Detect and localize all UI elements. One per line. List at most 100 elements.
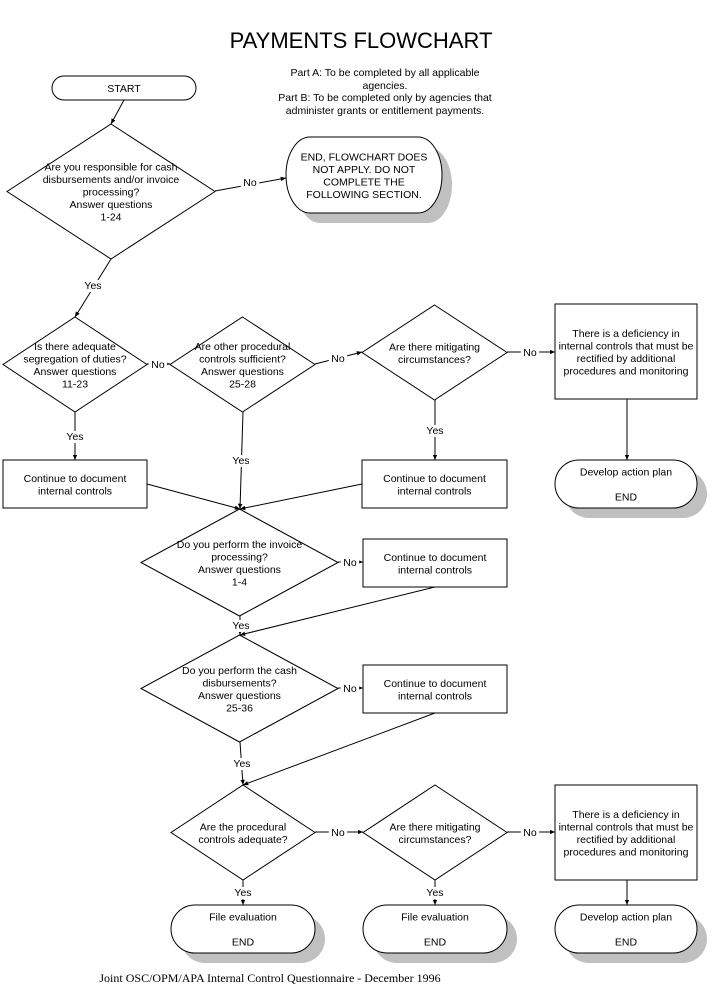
node-q-other-controls: Are other proceduralcontrols sufficient?… <box>169 316 316 413</box>
node-text-line: START <box>107 83 141 95</box>
note-line: Part A: To be completed by all applicabl… <box>291 67 480 79</box>
node-text-line: 1-24 <box>100 212 121 224</box>
edge-label-yes: Yes <box>426 425 443 437</box>
node-text-line: 11-23 <box>62 378 88 390</box>
nodes-layer: STARTAre you responsible for cashdisburs… <box>2 75 707 963</box>
edge-label-no: No <box>343 557 357 569</box>
page-title: PAYMENTS FLOWCHART <box>230 28 493 53</box>
edge-q_segregation-to-continue_1: Yes <box>62 412 88 460</box>
node-text-line: disbursements and/or invoice <box>43 174 180 186</box>
node-text-line: Develop action plan <box>580 467 672 479</box>
node-text-line: processing? <box>83 187 140 199</box>
node-q-invoice: Do you perform the invoiceprocessing?Ans… <box>139 508 340 617</box>
node-start: START <box>51 75 197 101</box>
node-text-line: Continue to document <box>384 678 487 690</box>
node-continue-4: Continue to documentinternal controls <box>362 664 508 714</box>
node-text-line: Continue to document <box>384 552 487 564</box>
node-text-line: There is a deficiency in <box>572 809 680 821</box>
node-text-line: Are other procedural <box>195 341 291 353</box>
node-text-line: Develop action plan <box>580 912 672 924</box>
edge-continue_1-to-q_invoice <box>146 483 241 510</box>
connector-arrow <box>146 483 241 510</box>
edge-label-yes: Yes <box>232 620 249 632</box>
node-text-line: Answer questions <box>201 366 284 378</box>
node-deficiency-2: There is a deficiency ininternal control… <box>554 784 698 881</box>
node-text-line: internal controls <box>398 564 472 576</box>
edge-q_other_controls-to-q_invoice: Yes <box>228 411 254 510</box>
edge-label-no: No <box>331 353 345 365</box>
edge-label-yes: Yes <box>66 431 83 443</box>
edge-start-to-q_responsible <box>110 99 125 125</box>
node-text-line: rectified by additional <box>577 834 676 846</box>
node-continue-3: Continue to documentinternal controls <box>362 538 508 588</box>
node-end-not-apply: END, FLOWCHART DOESNOT APPLY. DO NOTCOMP… <box>285 136 452 223</box>
node-text-line: END <box>615 492 638 504</box>
note-line: Part B: To be completed only by agencies… <box>278 92 492 104</box>
node-text-line: Do you perform the invoice <box>177 539 303 551</box>
node-text-line: END, FLOWCHART DOES <box>301 151 428 163</box>
node-text-line: There is a deficiency in <box>572 328 680 340</box>
node-text-line: END <box>424 937 447 949</box>
edge-q_responsible-to-end_not_apply: No <box>214 176 287 192</box>
note-line: administer grants or entitlement payment… <box>286 105 484 117</box>
node-text-line: Are the procedural <box>200 821 286 833</box>
node-text-line: internal controls that must be <box>559 340 694 352</box>
node-text-line: NOT APPLY. DO NOT <box>313 164 416 176</box>
node-text-line: processing? <box>211 551 268 563</box>
edge-label-no: No <box>523 347 537 359</box>
node-text-line: END <box>232 937 255 949</box>
node-text-line: procedures and monitoring <box>564 846 689 858</box>
footer-text: Joint OSC/OPM/APA Internal Control Quest… <box>99 971 440 985</box>
payments-flowchart: PAYMENTS FLOWCHART Part A: To be complet… <box>2 28 707 985</box>
node-q-mitigating-1: Are there mitigatingcircumstances? <box>361 304 508 401</box>
node-file-eval-2: File evaluation END <box>362 904 517 963</box>
node-text-line: Answer questions <box>70 199 153 211</box>
connector-arrow <box>110 99 125 125</box>
node-text-line: Continue to document <box>383 473 486 485</box>
instructions-note: Part A: To be completed by all applicabl… <box>278 67 492 117</box>
edge-label-no: No <box>523 827 537 839</box>
edge-label-yes: Yes <box>84 280 101 292</box>
edge-q_mitigating_1-to-deficiency_1: No <box>507 347 555 359</box>
node-text-line: internal controls <box>397 485 471 497</box>
node-text-line: internal controls <box>38 485 112 497</box>
edge-q_procedural_adequate-to-file_eval_1: Yes <box>230 880 256 905</box>
node-q-cash: Do you perform the cashdisbursements?Ans… <box>139 634 340 743</box>
edge-q_segregation-to-q_other_controls: No <box>147 359 170 371</box>
node-text-line: FOLLOWING SECTION. <box>306 189 422 201</box>
node-text-line: END <box>615 937 638 949</box>
node-text-line: 25-36 <box>226 702 253 714</box>
edge-label-no: No <box>331 827 345 839</box>
node-q-procedural-adequate: Are the proceduralcontrols adequate? <box>170 784 316 881</box>
edge-label-yes: Yes <box>426 887 443 899</box>
node-text-line: Are there mitigating <box>389 821 480 833</box>
node-continue-2: Continue to documentinternal controls <box>361 459 508 509</box>
node-text-line: disbursements? <box>202 677 276 689</box>
node-text-line: rectified by additional <box>577 353 676 365</box>
node-text-line: internal controls <box>398 690 472 702</box>
node-text-line: COMPLETE THE <box>323 176 405 188</box>
node-text-line: Answer questions <box>198 690 281 702</box>
edge-label-no: No <box>343 683 357 695</box>
node-text-line: Answer questions <box>198 564 281 576</box>
node-action-plan-1: Develop action plan END <box>554 459 707 518</box>
edge-q_mitigating_2-to-file_eval_2: Yes <box>422 880 448 905</box>
connector-arrow <box>239 483 363 511</box>
edge-continue_2-to-q_invoice <box>239 483 363 511</box>
node-text-line: circumstances? <box>398 354 471 366</box>
node-file-eval-1: File evaluation END <box>170 904 325 963</box>
node-text-line: circumstances? <box>399 834 472 846</box>
node-text-line: controls sufficient? <box>199 353 286 365</box>
edge-label-no: No <box>151 359 165 371</box>
node-deficiency-1: There is a deficiency ininternal control… <box>554 303 698 400</box>
note-line: agencies. <box>363 80 408 92</box>
node-text-line: Continue to document <box>24 473 127 485</box>
node-text-line: File evaluation <box>209 912 277 924</box>
edge-label-yes: Yes <box>233 758 250 770</box>
edge-q_cash-to-q_procedural_adequate: Yes <box>229 741 255 786</box>
node-text-line: controls adequate? <box>198 834 287 846</box>
node-text-line: Answer questions <box>34 366 117 378</box>
edge-q_mitigating_1-to-continue_2: Yes <box>422 400 448 460</box>
edge-q_responsible-to-q_segregation: Yes <box>74 258 112 318</box>
node-text-line: Do you perform the cash <box>182 665 297 677</box>
